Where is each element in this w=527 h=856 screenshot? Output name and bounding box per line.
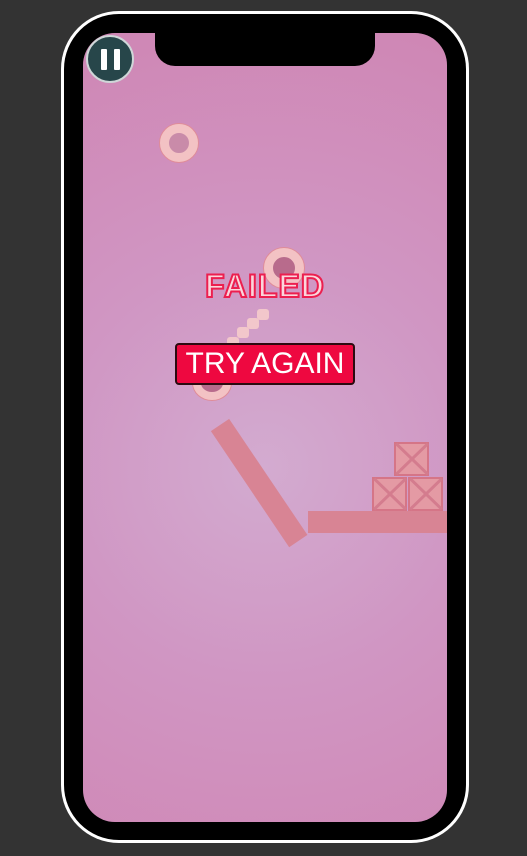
pause-icon	[101, 49, 107, 70]
try-again-button[interactable]: TRY AGAIN	[175, 343, 355, 385]
failed-title: FAILED	[204, 267, 325, 305]
chain-link	[247, 318, 259, 329]
chain-link	[237, 327, 249, 338]
crate	[372, 477, 407, 511]
game-screen[interactable]	[83, 33, 447, 822]
track-floor	[308, 511, 447, 533]
ring-target	[160, 124, 198, 162]
pause-icon-bar	[114, 49, 120, 70]
chain-link	[257, 309, 269, 320]
phone-notch	[155, 14, 375, 66]
pause-button[interactable]	[86, 35, 134, 83]
crate	[408, 477, 443, 511]
crate	[394, 442, 429, 476]
